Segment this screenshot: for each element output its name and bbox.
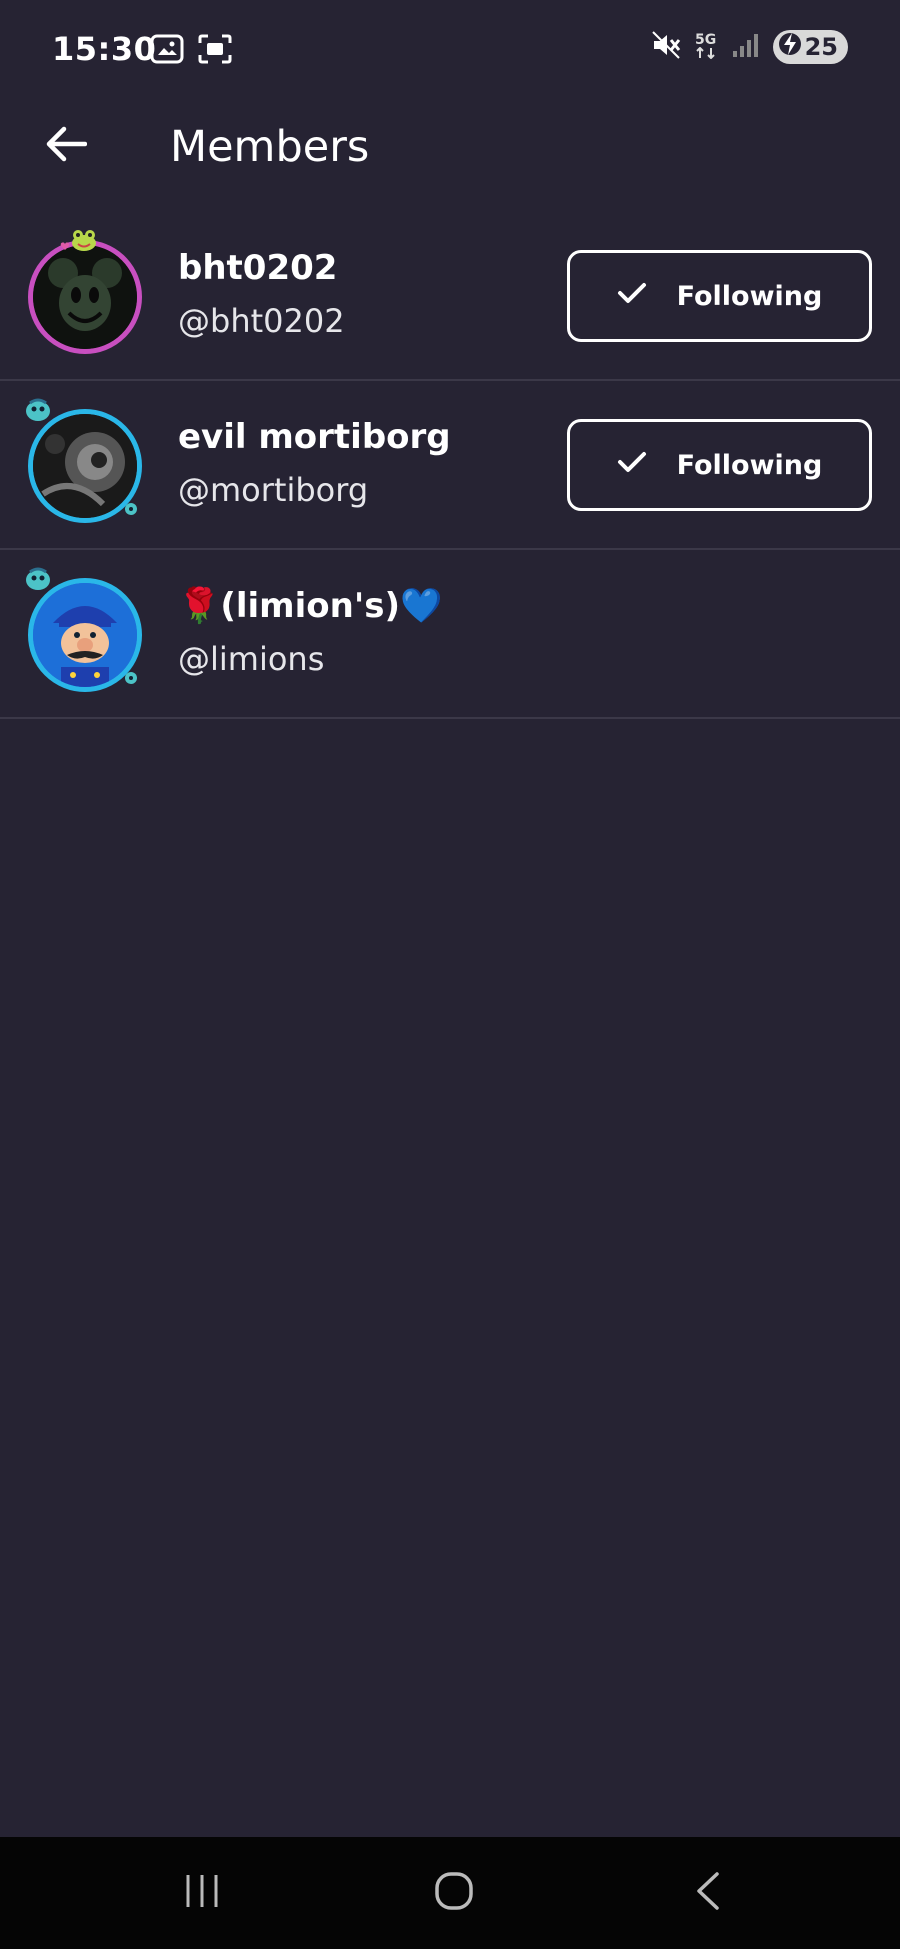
status-left-icons	[150, 34, 232, 68]
page-title: Members	[170, 122, 370, 172]
member-row[interactable]: 🌹(limion's)💙 @limions	[0, 550, 900, 719]
member-name: bht0202	[178, 248, 338, 288]
signal-icon	[731, 31, 759, 63]
following-button[interactable]: Following	[567, 250, 872, 342]
back-icon	[693, 1871, 723, 1915]
avatar[interactable]	[24, 230, 146, 354]
blob-badge-icon	[24, 397, 52, 427]
bubble-badge-icon	[122, 670, 140, 690]
following-label: Following	[676, 280, 823, 312]
member-row[interactable]: bht0202 @bht0202 Following	[0, 212, 900, 381]
bubble-badge-icon	[122, 501, 140, 521]
arrow-left-icon	[45, 126, 88, 166]
network-label: 5G	[694, 31, 717, 48]
screenshot-icon	[198, 34, 232, 68]
member-handle: @bht0202	[178, 302, 345, 340]
status-time: 15:30	[52, 30, 157, 68]
home-button[interactable]	[424, 1865, 484, 1921]
member-handle: @limions	[178, 640, 325, 678]
charging-icon	[778, 30, 801, 64]
battery-indicator: 25	[772, 30, 848, 64]
avatar-image	[28, 240, 142, 354]
avatar[interactable]	[24, 567, 146, 692]
check-icon	[617, 281, 647, 312]
member-name: evil mortiborg	[178, 417, 451, 457]
mute-icon	[651, 30, 681, 64]
back-button[interactable]	[38, 118, 94, 174]
member-handle: @mortiborg	[178, 471, 369, 509]
member-name: 🌹(limion's)💙	[178, 586, 443, 626]
status-bar: 15:30 5G 25	[0, 0, 900, 104]
recents-icon	[182, 1873, 222, 1913]
blob-badge-icon	[24, 566, 52, 596]
navigation-bar	[0, 1837, 900, 1949]
frog-badge-icon	[70, 228, 98, 256]
member-row[interactable]: evil mortiborg @mortiborg Following	[0, 381, 900, 550]
following-button[interactable]: Following	[567, 419, 872, 511]
member-list: bht0202 @bht0202 Following evil mortibor…	[0, 212, 900, 719]
avatar[interactable]	[24, 398, 146, 523]
status-right-icons: 5G 25	[651, 30, 848, 64]
gallery-icon	[150, 34, 184, 68]
home-icon	[434, 1871, 474, 1915]
nav-back-button[interactable]	[678, 1865, 738, 1921]
heart-badge-icon	[60, 236, 70, 255]
network-indicator: 5G	[695, 33, 717, 62]
members-screen: 15:30 5G 25 Members bht0202 @bht0202 Fol…	[0, 0, 900, 1949]
following-label: Following	[676, 449, 823, 481]
header: Members	[0, 104, 900, 192]
battery-level: 25	[804, 33, 838, 61]
check-icon	[617, 450, 647, 481]
recents-button[interactable]	[172, 1865, 232, 1921]
